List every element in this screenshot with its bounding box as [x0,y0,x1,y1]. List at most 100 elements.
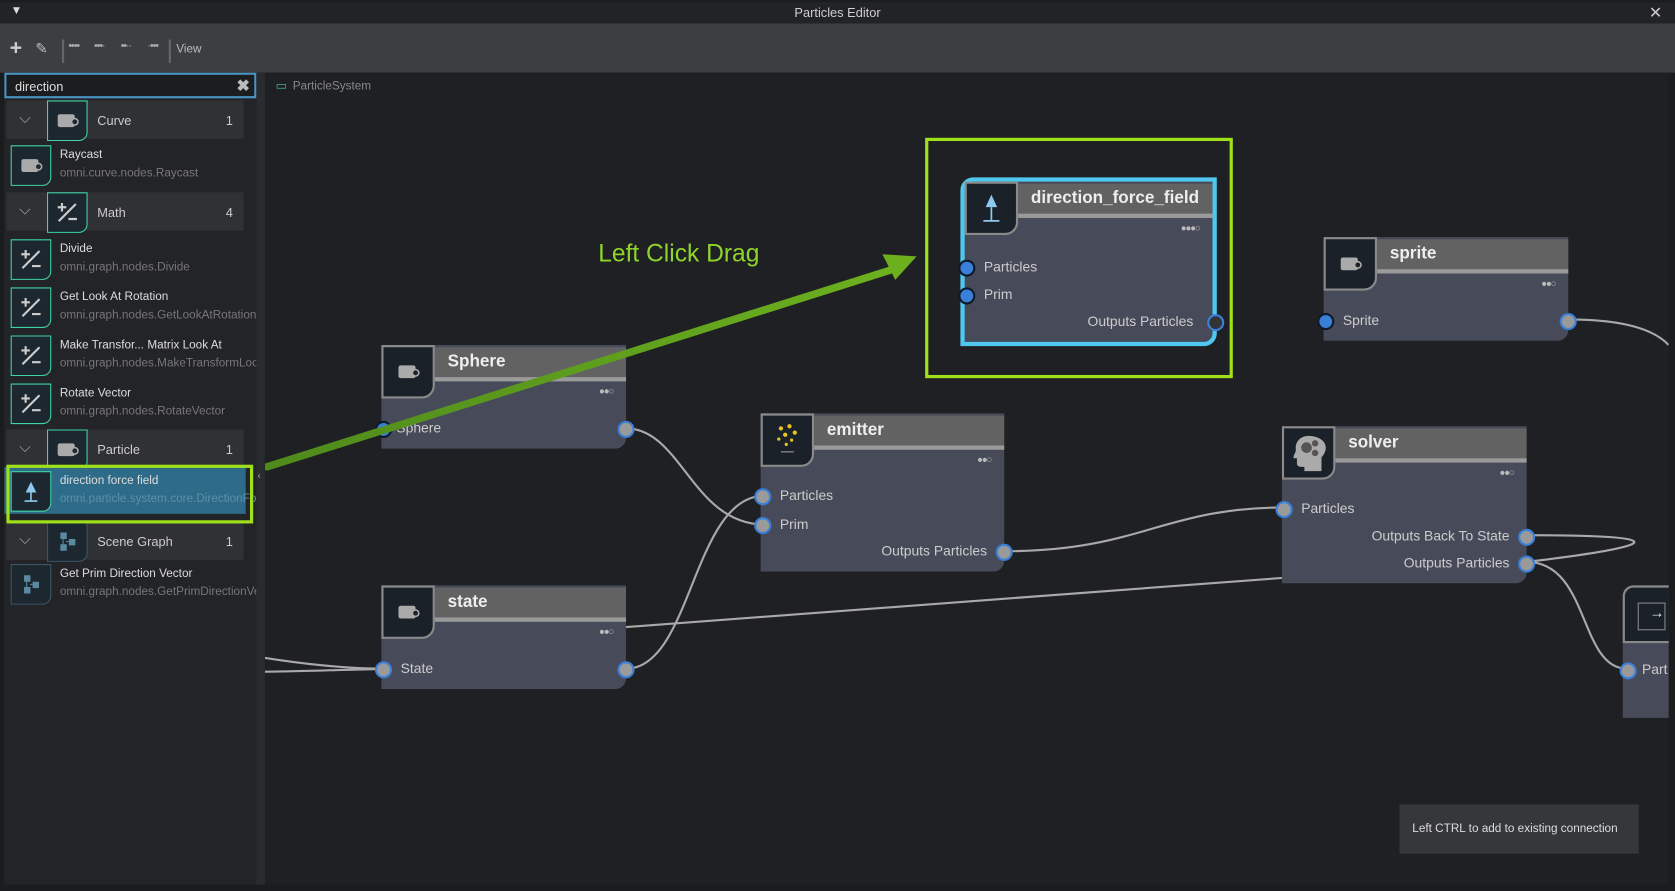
panel-splitter[interactable]: ‹ [256,72,265,885]
close-icon[interactable]: ✕ [1649,3,1662,22]
layout-icon-3[interactable]: ••·· [121,41,132,53]
selection-highlight-box [6,464,254,524]
item-name: Make Transfor... Matrix Look At [59,338,222,352]
node-header[interactable]: direction_force_field [1018,183,1213,218]
category-math[interactable]: ⌵ Math 4 [6,192,244,233]
node-header[interactable]: state [434,587,627,622]
connection-wire[interactable] [264,656,387,673]
node-header[interactable]: sprite [1377,239,1569,274]
more-icon[interactable]: ●●○ [977,454,992,465]
list-item-divide[interactable]: Divide omni.graph.nodes.Divide [4,235,252,282]
output-pin[interactable] [1559,313,1577,331]
hierarchy-icon [10,564,52,605]
more-icon[interactable]: ●●●○ [1181,222,1201,233]
input-pin[interactable] [754,488,772,506]
list-item-make-transform[interactable]: Make Transfor... Matrix Look At omni.gra… [4,331,256,378]
pencil-icon[interactable]: ✎ [35,40,48,58]
more-icon[interactable]: ●●○ [599,626,614,637]
arrow-up-icon [964,181,1019,236]
input-pin[interactable] [754,517,772,535]
node-header[interactable]: solver [1335,428,1527,463]
plus-minus-icon [10,383,52,425]
input-pin[interactable] [1619,662,1637,680]
node-title: solver [1348,433,1399,452]
chevron-down-icon[interactable]: ⌵ [19,201,30,219]
output-pin[interactable] [617,661,635,679]
input-pin[interactable] [374,420,393,439]
curve-icon [10,145,52,186]
node-direction-force-field[interactable]: direction_force_field ●●●○ Particles Pri… [958,177,1225,347]
port-label: Prim [983,286,1013,303]
clear-search-icon[interactable]: ✖ [237,76,250,95]
port-label: Sphere [396,419,442,436]
graph-canvas[interactable]: ▭ ParticleSystem Sphere ●●○ Sphere state… [264,72,1669,885]
connection-wire[interactable] [1526,560,1628,670]
output-pin[interactable] [995,543,1013,561]
output-pin[interactable] [1207,314,1225,332]
connection-wire[interactable] [1004,506,1287,553]
node-state[interactable]: state ●●○ State [374,585,635,690]
chevron-down-icon[interactable]: ⌵ [19,109,30,127]
more-icon[interactable]: ●●○ [1500,467,1515,478]
input-pin[interactable] [1275,501,1293,519]
view-menu[interactable]: View [176,43,201,56]
window-title: Particles Editor [794,5,881,21]
layout-icon-2[interactable]: •••· [94,41,106,53]
category-label: Math [97,205,126,221]
input-pin[interactable] [374,661,393,679]
node-sphere[interactable]: Sphere ●●○ Sphere [374,345,635,449]
output-pin[interactable] [617,420,635,439]
more-icon[interactable]: ●●○ [1541,278,1556,289]
item-path: omni.graph.nodes.GetPrimDirectionVector [59,585,257,599]
node-output[interactable]: → Part [1619,585,1669,718]
tooltip-text: Left CTRL to add to existing connection [1412,822,1618,836]
category-scene-graph[interactable]: ⌵ Scene Graph 1 [6,521,244,562]
search-input[interactable]: direction ✖ [4,72,257,99]
connection-wire[interactable] [626,427,765,526]
node-header[interactable]: emitter [814,415,1005,450]
item-path: omni.graph.nodes.RotateVector [59,404,226,418]
divider [61,39,65,64]
layout-icon-1[interactable]: •••• [68,41,80,53]
category-curve[interactable]: ⌵ Curve 1 [6,100,244,142]
port-label: State [400,660,434,677]
input-pin[interactable] [1317,313,1335,331]
layout-icon-4[interactable]: ·••• [147,41,159,53]
connection-wire[interactable] [1526,534,1636,563]
input-pin[interactable] [958,259,976,277]
node-sprite[interactable]: sprite ●●○ Sprite [1317,237,1577,341]
input-pin[interactable] [958,287,976,305]
plus-minus-icon [47,192,88,233]
node-title: Sphere [447,352,506,371]
chevron-down-icon[interactable]: ⌵ [19,438,30,456]
plus-minus-icon [10,239,52,280]
list-item-get-prim-direction-vector[interactable]: Get Prim Direction Vector omni.graph.nod… [4,560,256,607]
plus-icon[interactable]: + [10,36,22,61]
output-pin[interactable] [1518,555,1536,573]
node-emitter[interactable]: emitter ●●○ Particles Prim Outputs Parti… [754,413,1013,572]
sparkle-icon [760,413,815,467]
category-label: Curve [97,113,132,129]
node-header[interactable]: Sphere [434,347,627,382]
node-title: sprite [1389,244,1437,263]
chevron-down-icon[interactable]: ⌵ [19,530,30,548]
category-label: Particle [97,442,140,458]
node-title: direction_force_field [1030,189,1200,208]
port-label: Outputs Particles [1087,313,1194,330]
list-item-get-look-at-rotation[interactable]: Get Look At Rotation omni.graph.nodes.Ge… [4,283,256,330]
more-icon[interactable]: ●●○ [599,386,614,397]
collapse-icon[interactable]: ‹ [257,470,260,481]
toolbar: + ✎ •••• •••· ••·· ·••• View [0,23,1675,73]
curve-icon [381,585,435,639]
connection-wire[interactable] [1568,318,1669,346]
port-label: Particles [983,258,1038,275]
port-label: Outputs Particles [881,542,988,559]
port-label: Sprite [1342,311,1380,328]
category-particle[interactable]: ⌵ Particle 1 [6,429,244,471]
list-item-raycast[interactable]: Raycast omni.curve.nodes.Raycast [4,141,252,188]
list-item-rotate-vector[interactable]: Rotate Vector omni.graph.nodes.RotateVec… [4,379,252,426]
output-pin[interactable] [1518,528,1536,546]
plus-minus-icon [10,335,52,377]
connection-wire[interactable] [625,576,1283,629]
node-solver[interactable]: solver ●●○ Particles Outputs Back To Sta… [1275,426,1536,584]
